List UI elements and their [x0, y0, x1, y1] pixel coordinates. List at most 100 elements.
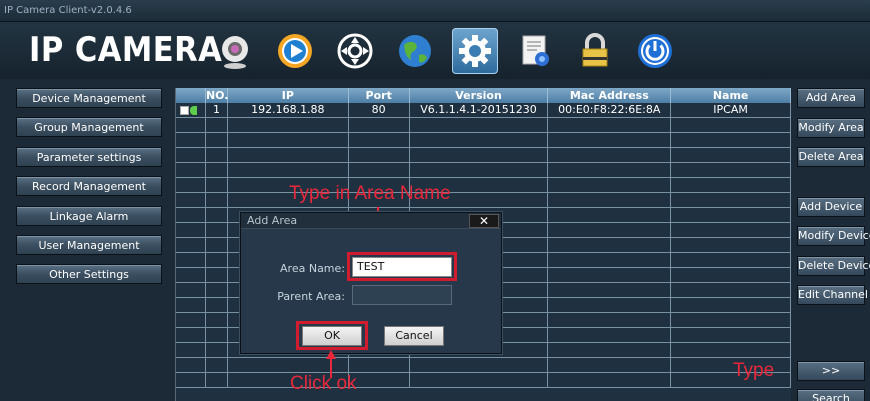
table-cell-empty: [349, 133, 410, 147]
delete-area-button[interactable]: Delete Area: [797, 147, 865, 167]
table-cell-empty: [671, 133, 791, 147]
table-cell-empty: [176, 148, 206, 162]
table-row-empty: [176, 193, 791, 208]
globe-icon[interactable]: [392, 28, 438, 74]
ptz-control-icon[interactable]: [332, 28, 378, 74]
table-cell-empty: [206, 163, 228, 177]
table-cell-empty: [206, 283, 228, 297]
table-cell-empty: [548, 133, 672, 147]
table-cell-empty: [548, 223, 672, 237]
column-header-ip[interactable]: IP: [228, 88, 349, 103]
add-device-button[interactable]: Add Device: [797, 197, 865, 217]
app-header: IP CAMERA: [0, 22, 870, 79]
cell-version: V6.1.1.4.1-20151230: [410, 103, 549, 117]
column-header-version[interactable]: Version: [410, 88, 549, 103]
sidebar-item-linkage-alarm[interactable]: Linkage Alarm: [16, 205, 162, 226]
table-cell-empty: [671, 328, 791, 342]
log-document-icon[interactable]: [512, 28, 558, 74]
table-cell-empty: [206, 298, 228, 312]
table-cell-empty: [671, 193, 791, 207]
parent-area-select[interactable]: [352, 285, 452, 305]
ok-button-highlight: [296, 321, 368, 350]
cell-name: IPCAM: [671, 103, 791, 117]
table-cell-empty: [206, 373, 228, 387]
table-cell-empty: [548, 283, 672, 297]
table-cell-empty: [176, 373, 206, 387]
table-cell-empty: [349, 358, 410, 372]
table-row-empty: [176, 373, 791, 388]
search-button[interactable]: Search: [797, 389, 865, 401]
table-cell-empty: [206, 328, 228, 342]
column-header-mac-address[interactable]: Mac Address: [548, 88, 672, 103]
main-toolbar: [212, 28, 678, 74]
play-icon[interactable]: [272, 28, 318, 74]
table-cell-empty: [671, 238, 791, 252]
column-header-port[interactable]: Port: [349, 88, 410, 103]
table-cell-empty: [228, 163, 349, 177]
table-cell-empty: [410, 148, 549, 162]
sidebar-item-parameter-settings[interactable]: Parameter settings: [16, 146, 162, 167]
table-row-empty: [176, 133, 791, 148]
table-cell-empty: [206, 148, 228, 162]
table-cell-empty: [410, 373, 549, 387]
table-cell-empty: [410, 118, 549, 132]
dialog-title: Add Area: [241, 213, 501, 229]
table-cell-empty: [548, 298, 672, 312]
sidebar-item-group-management[interactable]: Group Management: [16, 117, 162, 138]
table-cell-empty: [548, 373, 672, 387]
table-cell-empty: [176, 223, 206, 237]
table-cell-empty: [176, 343, 206, 357]
table-cell-empty: [176, 193, 206, 207]
column-header-name[interactable]: Name: [671, 88, 791, 103]
sidebar-item-user-management[interactable]: User Management: [16, 234, 162, 255]
table-cell-empty: [671, 208, 791, 222]
table-cell-empty: [410, 163, 549, 177]
edit-channel-button[interactable]: Edit Channel: [797, 285, 868, 305]
add-area-dialog: Add Area ✕ Area Name: TEST Parent Area: …: [240, 212, 502, 354]
sidebar-menu: Device Management Group Management Param…: [16, 88, 162, 294]
table-cell-empty: [206, 268, 228, 282]
sidebar-item-other-settings[interactable]: Other Settings: [16, 264, 162, 285]
modify-device-button[interactable]: Modify Device: [797, 226, 870, 246]
cell-ip: 192.168.1.88: [228, 103, 349, 117]
close-icon[interactable]: ✕: [469, 214, 499, 228]
table-cell-empty: [671, 283, 791, 297]
table-cell-empty: [206, 343, 228, 357]
sidebar-item-record-management[interactable]: Record Management: [16, 176, 162, 197]
table-cell-empty: [228, 133, 349, 147]
next-page-button[interactable]: >>: [797, 361, 865, 381]
table-cell-empty: [176, 313, 206, 327]
lock-icon[interactable]: [572, 28, 618, 74]
column-header-no[interactable]: NO.: [206, 88, 228, 103]
app-logo: IP CAMERA: [29, 30, 223, 70]
gear-icon[interactable]: [452, 28, 498, 74]
table-cell-empty: [671, 148, 791, 162]
table-cell-empty: [671, 163, 791, 177]
table-cell-empty: [548, 178, 672, 192]
table-cell-empty: [548, 193, 672, 207]
add-area-button[interactable]: Add Area: [797, 88, 865, 108]
table-cell-empty: [176, 298, 206, 312]
table-cell-empty: [176, 268, 206, 282]
table-row[interactable]: 1 192.168.1.88 80 V6.1.1.4.1-20151230 00…: [176, 103, 791, 118]
table-cell-empty: [548, 118, 672, 132]
delete-device-button[interactable]: Delete Device: [797, 256, 870, 276]
table-cell-empty: [548, 358, 672, 372]
area-name-highlight: [347, 252, 457, 281]
cancel-button[interactable]: Cancel: [384, 326, 444, 346]
power-icon[interactable]: [632, 28, 678, 74]
window-title: IP Camera Client-v2.0.4.6: [0, 0, 870, 22]
cell-no: 1: [206, 103, 228, 117]
table-cell-empty: [176, 238, 206, 252]
column-header-select: [176, 88, 206, 103]
table-cell-empty: [671, 313, 791, 327]
table-cell-empty: [176, 328, 206, 342]
table-row-empty: [176, 163, 791, 178]
row-checkbox[interactable]: [180, 105, 189, 115]
table-cell-empty: [548, 148, 672, 162]
table-cell-empty: [176, 118, 206, 132]
webcam-icon[interactable]: [212, 28, 258, 74]
table-cell-empty: [176, 163, 206, 177]
modify-area-button[interactable]: Modify Area: [797, 118, 865, 138]
sidebar-item-device-management[interactable]: Device Management: [16, 88, 162, 108]
